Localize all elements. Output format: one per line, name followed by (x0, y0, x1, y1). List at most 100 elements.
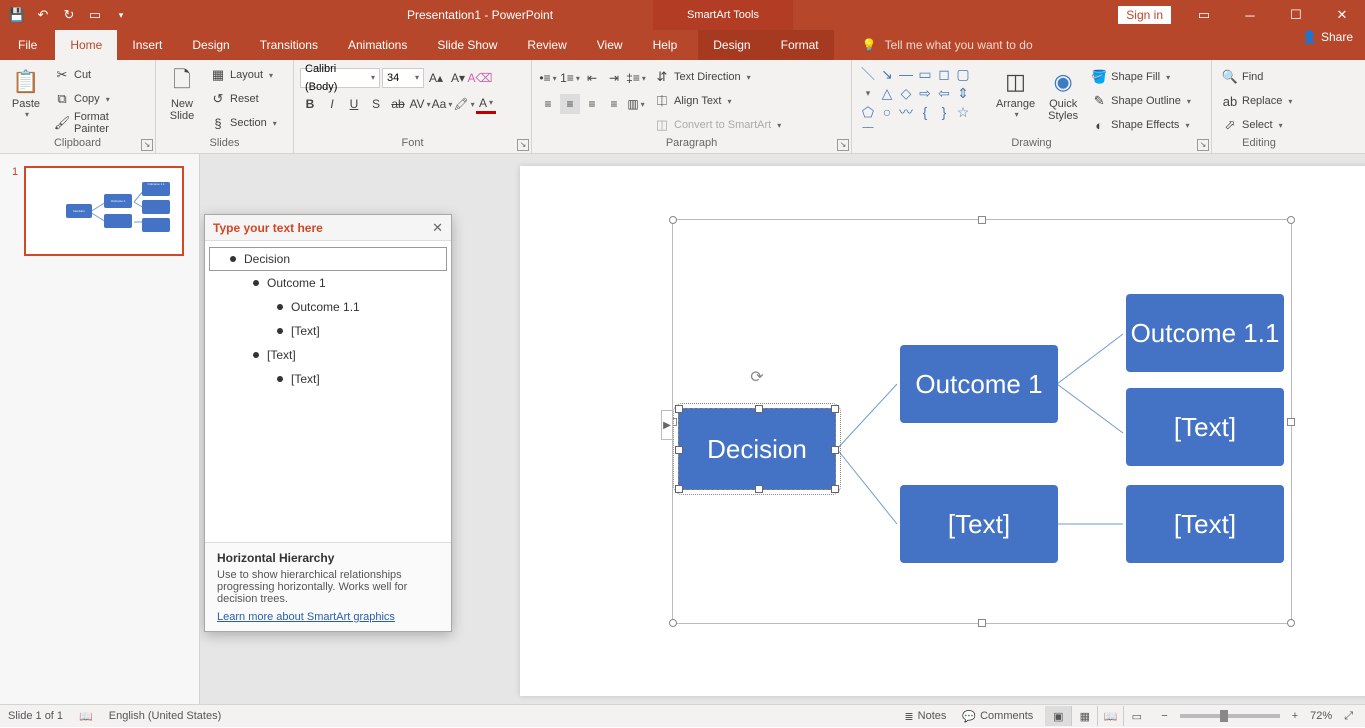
shape-fill-button[interactable]: 🪣Shape Fill▾ (1087, 66, 1195, 88)
smartart-node-b[interactable]: [Text] (900, 485, 1058, 563)
text-pane-footer-link[interactable]: Learn more about SmartArt graphics (217, 611, 439, 623)
text-pane-close-icon[interactable]: ✕ (432, 220, 443, 236)
notes-button[interactable]: ≣Notes (900, 705, 950, 728)
ribbon-options-icon[interactable]: ▭ (1181, 0, 1227, 30)
shape-diamond-icon[interactable]: ◇ (897, 84, 915, 102)
tab-animations[interactable]: Animations (333, 30, 422, 60)
canvas-area[interactable]: Type your text here ✕ Decision Outcome 1… (200, 154, 1365, 704)
smartart-node-b1[interactable]: [Text] (1126, 485, 1284, 563)
zoom-slider[interactable] (1180, 714, 1280, 718)
grow-font-button[interactable]: A▴ (426, 68, 446, 88)
start-from-beginning-icon[interactable]: ▭ (84, 4, 106, 26)
smartart-node-a2[interactable]: [Text] (1126, 388, 1284, 466)
smartart-node-a1[interactable]: Outcome 1.1 (1126, 294, 1284, 372)
slide-canvas[interactable]: ▶ Decision ⟳ (520, 166, 1365, 696)
launcher-drawing[interactable]: ↘ (1197, 139, 1209, 151)
comments-button[interactable]: 💬Comments (958, 705, 1037, 728)
clear-formatting-button[interactable]: A⌫ (470, 68, 490, 88)
select-button[interactable]: ⬀Select▾ (1218, 114, 1296, 136)
shadow-button[interactable]: S (366, 94, 386, 114)
shape-rect-icon[interactable]: ▭ (916, 65, 934, 83)
tab-view[interactable]: View (582, 30, 638, 60)
highlight-button[interactable]: 🖍▾ (454, 94, 474, 114)
layout-button[interactable]: ▦Layout▾ (206, 64, 281, 86)
launcher-clipboard[interactable]: ↘ (141, 139, 153, 151)
tab-design[interactable]: Design (177, 30, 244, 60)
shapes-gallery[interactable]: ＼ ↘ — ▭ ◻ ▢ ▾ △ ◇ ⇨ ⇦ ⇕ ⬠ ○ 〰 { } ☆ ◳ (858, 64, 988, 128)
font-color-button[interactable]: A▾ (476, 94, 496, 114)
accessibility-icon[interactable]: 📖 (79, 710, 93, 723)
copy-button[interactable]: ⧉Copy▾ (50, 88, 149, 110)
new-slide-button[interactable]: 🗋 New Slide (162, 64, 202, 137)
maximize-icon[interactable]: ☐ (1273, 0, 1319, 30)
increase-indent-button[interactable]: ⇥ (604, 68, 624, 88)
text-pane-toggle-icon[interactable]: ▶ (661, 410, 673, 440)
columns-button[interactable]: ▥▾ (626, 94, 646, 114)
view-reading-icon[interactable]: 📖 (1097, 706, 1123, 726)
decrease-indent-button[interactable]: ⇤ (582, 68, 602, 88)
text-pane-item[interactable]: Outcome 1.1 (209, 295, 447, 319)
tab-transitions[interactable]: Transitions (245, 30, 333, 60)
line-spacing-button[interactable]: ‡≡▾ (626, 68, 646, 88)
shape-pentagon-icon[interactable]: ⬠ (859, 103, 877, 121)
close-icon[interactable]: ✕ (1319, 0, 1365, 30)
smartart-node-a[interactable]: Outcome 1 (900, 345, 1058, 423)
quick-styles-button[interactable]: ◉ Quick Styles (1043, 64, 1083, 137)
arrange-button[interactable]: ◫ Arrange ▾ (992, 64, 1039, 137)
bullets-button[interactable]: •≡▾ (538, 68, 558, 88)
view-normal-icon[interactable]: ▣ (1045, 706, 1071, 726)
zoom-level[interactable]: 72% (1310, 710, 1332, 722)
format-painter-button[interactable]: 🖌Format Painter (50, 112, 149, 134)
thumbnail-1[interactable]: 1 Decision Outcome 1 Outcome 1.1 (12, 166, 187, 256)
shape-triangle-icon[interactable]: △ (878, 84, 896, 102)
rotate-handle-icon[interactable]: ⟳ (748, 369, 766, 387)
reset-button[interactable]: ↺Reset (206, 88, 281, 110)
resize-handle-sw[interactable] (669, 619, 677, 627)
italic-button[interactable]: I (322, 94, 342, 114)
resize-handle-nw[interactable] (669, 216, 677, 224)
shape-handle-se[interactable] (831, 485, 839, 493)
text-pane-item[interactable]: [Text] (209, 367, 447, 391)
char-spacing-button[interactable]: AV▾ (410, 94, 430, 114)
share-button[interactable]: 👤 Share (1302, 30, 1353, 44)
thumbnail-preview[interactable]: Decision Outcome 1 Outcome 1.1 (24, 166, 184, 256)
shape-handle-ne[interactable] (831, 405, 839, 413)
shape-handle-w[interactable] (675, 446, 683, 454)
text-pane-item[interactable]: [Text] (209, 319, 447, 343)
shape-handle-s[interactable] (755, 485, 763, 493)
shape-curve-icon[interactable]: 〰 (897, 103, 915, 121)
shape-line-icon[interactable]: ＼ (859, 65, 877, 83)
smartart-text-pane[interactable]: Type your text here ✕ Decision Outcome 1… (204, 214, 452, 632)
undo-icon[interactable]: ↶ (32, 4, 54, 26)
tab-smartart-design[interactable]: Design (698, 30, 765, 60)
status-slide[interactable]: Slide 1 of 1 (8, 710, 63, 722)
text-pane-item[interactable]: [Text] (209, 343, 447, 367)
shape-square-icon[interactable]: ◻ (935, 65, 953, 83)
tell-me[interactable]: 💡 Tell me what you want to do (834, 30, 1033, 60)
sign-in-button[interactable]: Sign in (1118, 6, 1171, 24)
tab-help[interactable]: Help (638, 30, 693, 60)
resize-handle-se[interactable] (1287, 619, 1295, 627)
text-pane-item[interactable]: Decision (209, 247, 447, 271)
launcher-font[interactable]: ↘ (517, 139, 529, 151)
text-pane-item[interactable]: Outcome 1 (209, 271, 447, 295)
shape-updown-icon[interactable]: ⇕ (954, 84, 972, 102)
cut-button[interactable]: ✂Cut (50, 64, 149, 86)
font-name-select[interactable]: Calibri (Body)▾ (300, 68, 380, 88)
shape-handle-e[interactable] (831, 446, 839, 454)
tab-insert[interactable]: Insert (117, 30, 177, 60)
align-center-button[interactable]: ≡ (560, 94, 580, 114)
shrink-font-button[interactable]: A▾ (448, 68, 468, 88)
shape-star-icon[interactable]: ☆ (954, 103, 972, 121)
status-language[interactable]: English (United States) (109, 710, 222, 722)
text-pane-list[interactable]: Decision Outcome 1 Outcome 1.1 [Text] [T… (205, 241, 451, 542)
fit-to-window-icon[interactable]: ⤢ (1340, 705, 1357, 728)
numbering-button[interactable]: 1≡▾ (560, 68, 580, 88)
smartart-frame[interactable]: ▶ Decision ⟳ (672, 219, 1292, 624)
resize-handle-n[interactable] (978, 216, 986, 224)
tab-home[interactable]: Home (55, 30, 117, 60)
zoom-slider-thumb[interactable] (1220, 710, 1228, 722)
smartart-node-root[interactable]: Decision ⟳ (678, 408, 836, 490)
tab-file[interactable]: File (0, 30, 55, 60)
shape-arrow-icon[interactable]: ↘ (878, 65, 896, 83)
